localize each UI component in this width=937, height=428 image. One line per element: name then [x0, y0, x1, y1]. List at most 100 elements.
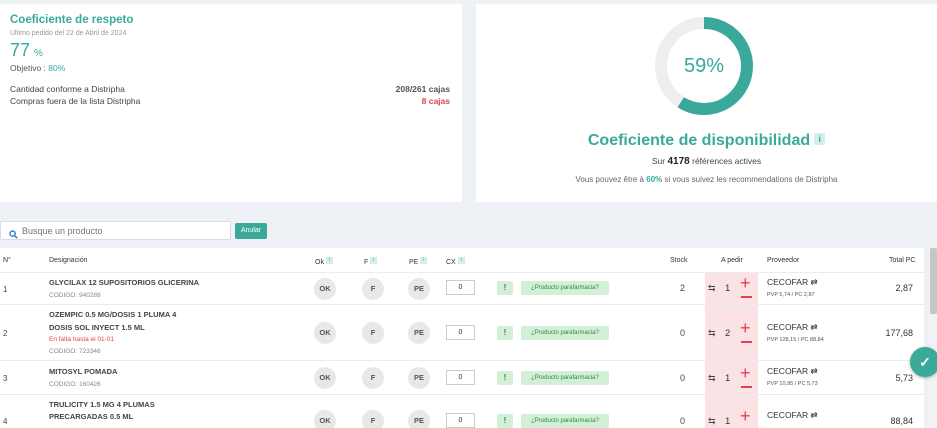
recommendation-suffix: si vous suivez les recommendations de Di…: [664, 175, 838, 184]
references-count: 4178: [667, 156, 690, 167]
swap-icon[interactable]: ⇄: [810, 277, 817, 287]
f-button[interactable]: F: [362, 278, 384, 300]
respeto-title: Coeficiente de respeto: [10, 14, 134, 26]
respeto-value: 77%: [10, 40, 43, 61]
pe-button[interactable]: PE: [408, 278, 430, 300]
check-icon[interactable]: ✓: [910, 347, 937, 377]
disponibilidad-title-text: Coeficiente de disponibilidad: [587, 132, 811, 149]
header-f: Fi: [364, 257, 378, 266]
header-stock: Stock: [670, 257, 688, 264]
cx-input[interactable]: 0: [446, 280, 475, 295]
row-number: 1: [3, 285, 8, 294]
donut-percent-label: 59%: [683, 55, 725, 77]
plus-icon[interactable]: +: [740, 364, 751, 382]
alert-button[interactable]: !: [497, 281, 513, 295]
search-icon: [9, 226, 18, 244]
product-name-line2[interactable]: PRECARGADAS 0.5 ML: [49, 409, 133, 424]
respeto-objective-label: Objetivo :: [10, 63, 49, 73]
proveedor-name: CECOFAR ⇄: [767, 277, 818, 288]
minus-icon[interactable]: [741, 341, 752, 343]
f-button[interactable]: F: [362, 367, 384, 389]
minus-icon[interactable]: [741, 296, 752, 298]
alert-button[interactable]: !: [497, 414, 513, 428]
f-button[interactable]: F: [362, 322, 384, 344]
ok-button[interactable]: OK: [314, 410, 336, 428]
product-code: CODIGO: 723346: [49, 348, 101, 355]
swap-icon[interactable]: ⇄: [810, 410, 817, 420]
header-a-pedir: A pedir: [721, 257, 743, 264]
stock-value: 0: [679, 373, 685, 383]
total-pc: 2,87: [895, 283, 913, 293]
search-input[interactable]: [22, 222, 227, 239]
respeto-card: Coeficiente de respeto Ultimo pedido del…: [0, 4, 462, 202]
respeto-row-label-fuera: Compras fuera de la lista Distripha: [10, 96, 141, 106]
header-n: N°: [3, 257, 11, 264]
plus-icon[interactable]: +: [740, 319, 751, 337]
cx-input[interactable]: 0: [446, 413, 475, 428]
respeto-objective: Objetivo : 80%: [10, 63, 65, 73]
header-proveedor: Proveedor: [767, 257, 800, 264]
info-icon[interactable]: i: [325, 257, 333, 264]
ok-button[interactable]: OK: [314, 367, 336, 389]
info-icon[interactable]: i: [370, 257, 378, 264]
total-pc: 5,73: [895, 373, 913, 383]
proveedor-label: CECOFAR: [767, 277, 809, 287]
respeto-value-number: 77: [10, 40, 31, 60]
ok-button[interactable]: OK: [314, 322, 336, 344]
product-name-line2[interactable]: DOSIS SOL INYECT 1.5 ML: [49, 320, 145, 335]
header-designacion: Designación: [49, 257, 88, 264]
alert-button[interactable]: !: [497, 326, 513, 340]
swap-icon[interactable]: ⇄: [810, 366, 817, 376]
disponibilidad-title: Coeficiente de disponibilidad i: [476, 132, 937, 150]
proveedor-prices: PVP 128,15 / PC 88,84: [767, 337, 824, 343]
pe-button[interactable]: PE: [408, 367, 430, 389]
parafarmacia-button[interactable]: ¿Producto parafarmacia?: [521, 371, 609, 385]
swap-icon[interactable]: ⇄: [810, 322, 817, 332]
parafarmacia-button[interactable]: ¿Producto parafarmacia?: [521, 281, 609, 295]
proveedor-label: CECOFAR: [767, 410, 809, 420]
order-quantity: 2: [725, 328, 731, 339]
proveedor-name: CECOFAR ⇄: [767, 410, 818, 421]
respeto-row-label-conforme: Cantidad conforme a Distripha: [10, 84, 125, 94]
respeto-row-value-fuera: 8 cajas: [421, 96, 450, 106]
search-box[interactable]: [0, 221, 231, 240]
disponibilidad-donut: 59%: [652, 14, 756, 118]
cx-input[interactable]: 0: [446, 370, 475, 385]
parafarmacia-button[interactable]: ¿Producto parafarmacia?: [521, 326, 609, 340]
f-button[interactable]: F: [362, 410, 384, 428]
info-icon[interactable]: i: [457, 257, 465, 264]
info-icon[interactable]: i: [420, 257, 428, 264]
ok-button[interactable]: OK: [314, 278, 336, 300]
anular-button[interactable]: Anular: [235, 223, 267, 239]
alert-button[interactable]: !: [497, 371, 513, 385]
recommendation-value: 60%: [646, 175, 663, 184]
plus-icon[interactable]: +: [740, 274, 751, 292]
recommendation-prefix: Vous pouvez être à: [575, 175, 645, 184]
swap-icon[interactable]: ⇆: [708, 373, 716, 384]
header-pe-label: PE: [409, 259, 419, 266]
product-name[interactable]: MITOSYL POMADA: [49, 364, 117, 379]
plus-icon[interactable]: +: [740, 407, 751, 425]
swap-icon[interactable]: ⇆: [708, 328, 716, 339]
disponibilidad-card: 59% Coeficiente de disponibilidad i Sur 4…: [476, 4, 937, 202]
products-table: N° Designación Ok i Fi PE i CX i Stock A pe…: [0, 248, 924, 428]
header-cx: CX i: [446, 257, 465, 266]
product-code: CODIGO: 160426: [49, 381, 101, 388]
scrollbar-thumb[interactable]: [930, 248, 937, 314]
swap-icon[interactable]: ⇆: [708, 416, 716, 427]
minus-icon[interactable]: [741, 386, 752, 388]
respeto-row-value-conforme: 208/261 cajas: [395, 84, 450, 94]
pe-button[interactable]: PE: [408, 322, 430, 344]
respeto-subtitle: Ultimo pedido del 22 de Abril de 2024: [10, 30, 127, 37]
product-name[interactable]: GLYCILAX 12 SUPOSITORIOS GLICERINA: [49, 275, 199, 290]
parafarmacia-button[interactable]: ¿Producto parafarmacia?: [521, 414, 609, 428]
total-pc: 88,84: [890, 416, 913, 426]
proveedor-name: CECOFAR ⇄: [767, 366, 818, 377]
pe-button[interactable]: PE: [408, 410, 430, 428]
cx-input[interactable]: 0: [446, 325, 475, 340]
info-icon[interactable]: i: [814, 133, 826, 145]
respeto-objective-value: 80%: [48, 63, 66, 73]
header-f-label: F: [364, 259, 369, 266]
swap-icon[interactable]: ⇆: [708, 283, 716, 294]
references-suffix: références actives: [692, 156, 762, 166]
